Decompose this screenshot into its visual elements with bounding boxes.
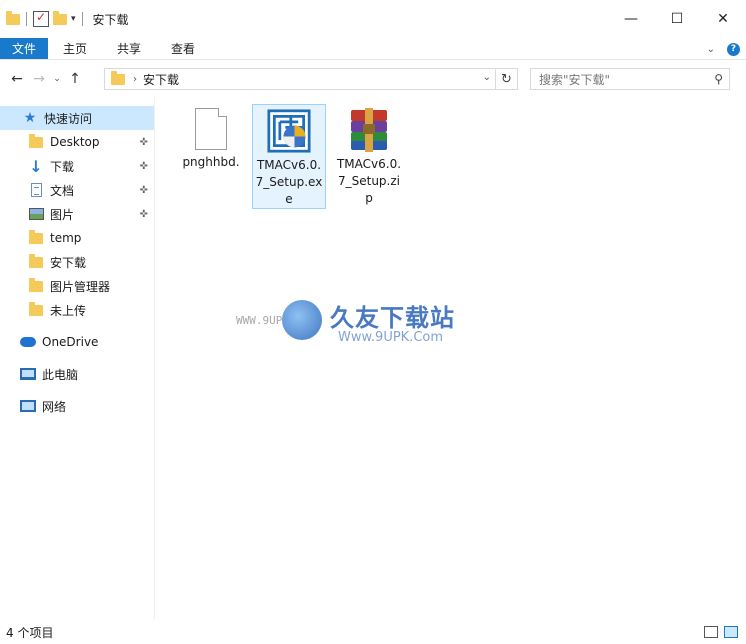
folder-icon <box>6 10 20 25</box>
file-item[interactable]: TMACv6.0.7_Setup.zip <box>332 104 406 207</box>
folder-icon <box>29 133 43 148</box>
watermark-logo <box>282 300 322 340</box>
navigation-bar: ← → ⌄ ↑ › 安下载 ⌄ ↻ 搜索"安下载" ⚲ <box>0 60 746 98</box>
file-name: TMACv6.0.7_Setup.exe <box>255 158 323 206</box>
blank-file-icon <box>195 108 227 150</box>
refresh-icon[interactable]: ↻ <box>495 69 517 89</box>
toolbar-divider <box>26 12 27 26</box>
sidebar-item-network[interactable]: 网络 <box>0 394 154 418</box>
sidebar-item-label: 未上传 <box>50 303 87 318</box>
sidebar-item-onedrive[interactable]: OneDrive <box>0 330 154 354</box>
item-count: 4 个项目 <box>6 625 54 640</box>
tab-file[interactable]: 文件 <box>0 38 48 59</box>
sidebar-item-quick-access[interactable]: ★ 快速访问 <box>0 106 154 130</box>
details-view-icon[interactable] <box>704 626 718 638</box>
help-icon[interactable]: ? <box>727 42 740 56</box>
sidebar-item-documents[interactable]: 文档 ✜ <box>0 178 154 202</box>
expand-ribbon-chevron-down-icon[interactable]: ⌄ <box>707 44 715 55</box>
breadcrumb-current[interactable]: 安下载 <box>143 71 179 88</box>
sidebar-item-this-pc[interactable]: 此电脑 <box>0 362 154 386</box>
file-name: TMACv6.0.7_Setup.zip <box>336 157 402 205</box>
pin-icon: ✜ <box>139 136 148 148</box>
sidebar-item-label: 图片 <box>50 207 75 222</box>
tab-view[interactable]: 查看 <box>156 38 210 59</box>
download-icon: ↓ <box>29 156 43 176</box>
search-icon[interactable]: ⚲ <box>714 72 723 86</box>
ribbon-right-controls: ⌄ ? <box>707 38 740 60</box>
tab-share[interactable]: 共享 <box>102 38 156 59</box>
navigation-pane: ★ 快速访问 Desktop ✜ ↓ 下载 ✜ 文档 ✜ 图片 ✜ temp 安… <box>0 98 155 620</box>
customize-toolbar-dropdown-icon[interactable]: ▾ <box>71 14 76 24</box>
document-icon <box>30 183 42 197</box>
file-item[interactable]: pnghhbd. <box>174 104 248 171</box>
quick-access-toolbar: ▾ <box>0 0 85 38</box>
sidebar-item-downloads[interactable]: ↓ 下载 ✜ <box>0 154 154 178</box>
sidebar-item-label: 此电脑 <box>42 367 79 382</box>
sidebar-item-label: 文档 <box>50 183 75 198</box>
sidebar-item-label: 下载 <box>50 159 75 174</box>
folder-icon <box>29 253 43 268</box>
title-bar: ▾ 安下载 — ☐ ✕ <box>0 0 746 38</box>
exe-installer-icon <box>267 109 311 153</box>
file-list: pnghhbd. TMACv6.0.7_Setup.exe TMACv6.0.7… <box>156 98 746 620</box>
window-controls: — ☐ ✕ <box>608 0 746 38</box>
tab-home[interactable]: 主页 <box>48 38 102 59</box>
up-arrow-icon[interactable]: ↑ <box>64 71 86 87</box>
sidebar-item-label: OneDrive <box>42 335 99 349</box>
folder-icon <box>29 277 43 292</box>
watermark-url: Www.9UPK.Com <box>338 330 444 345</box>
sidebar-item-label: 安下载 <box>50 255 87 270</box>
search-input[interactable]: 搜索"安下载" ⚲ <box>530 68 730 90</box>
file-name: pnghhbd. <box>182 155 240 169</box>
sidebar-item-not-uploaded[interactable]: 未上传 <box>0 298 154 322</box>
status-bar: 4 个项目 <box>0 620 746 644</box>
new-folder-icon[interactable] <box>53 10 67 25</box>
sidebar-item-label: Desktop <box>50 135 100 149</box>
sidebar-item-temp[interactable]: temp <box>0 226 154 250</box>
minimize-button[interactable]: — <box>608 0 654 38</box>
sidebar-item-label: temp <box>50 231 82 245</box>
watermark: WWW.9UPK.COM 久友下载站 Www.9UPK.Com <box>236 292 482 362</box>
folder-icon <box>29 229 43 244</box>
folder-icon <box>111 70 125 85</box>
watermark-brand: 久友下载站 <box>330 304 455 332</box>
sidebar-item-label: 快速访问 <box>44 111 93 126</box>
address-bar[interactable]: › 安下载 ⌄ ↻ <box>104 68 518 90</box>
sidebar-item-desktop[interactable]: Desktop ✜ <box>0 130 154 154</box>
pin-icon: ✜ <box>139 160 148 172</box>
close-button[interactable]: ✕ <box>700 0 746 38</box>
maximize-button[interactable]: ☐ <box>654 0 700 38</box>
window-title: 安下载 <box>92 12 129 27</box>
sidebar-item-anxiazai[interactable]: 安下载 <box>0 250 154 274</box>
star-icon: ★ <box>23 110 37 126</box>
view-toggle <box>704 626 738 638</box>
pin-icon: ✜ <box>139 208 148 220</box>
sidebar-item-picture-manager[interactable]: 图片管理器 <box>0 274 154 298</box>
sidebar-item-label: 网络 <box>42 399 67 414</box>
ribbon-tabs: 文件 主页 共享 查看 ⌄ ? <box>0 38 746 60</box>
winrar-archive-icon <box>351 108 387 152</box>
large-icons-view-icon[interactable] <box>724 626 738 638</box>
breadcrumb-chevron-icon[interactable]: › <box>133 74 137 85</box>
forward-arrow-icon[interactable]: → <box>28 71 50 87</box>
computer-icon <box>20 368 36 380</box>
sidebar-item-label: 图片管理器 <box>50 279 111 294</box>
search-placeholder: 搜索"安下载" <box>539 72 611 87</box>
back-arrow-icon[interactable]: ← <box>6 71 28 87</box>
file-item[interactable]: TMACv6.0.7_Setup.exe <box>252 104 326 209</box>
sidebar-item-pictures[interactable]: 图片 ✜ <box>0 202 154 226</box>
address-history-chevron-down-icon[interactable]: ⌄ <box>483 72 491 83</box>
folder-icon <box>29 301 43 316</box>
network-icon <box>20 400 36 412</box>
pin-icon: ✜ <box>139 184 148 196</box>
properties-icon[interactable] <box>33 10 49 27</box>
recent-locations-chevron-icon[interactable]: ⌄ <box>50 74 64 84</box>
cloud-icon <box>20 337 36 347</box>
picture-icon <box>28 208 44 220</box>
toolbar-divider <box>81 12 83 26</box>
